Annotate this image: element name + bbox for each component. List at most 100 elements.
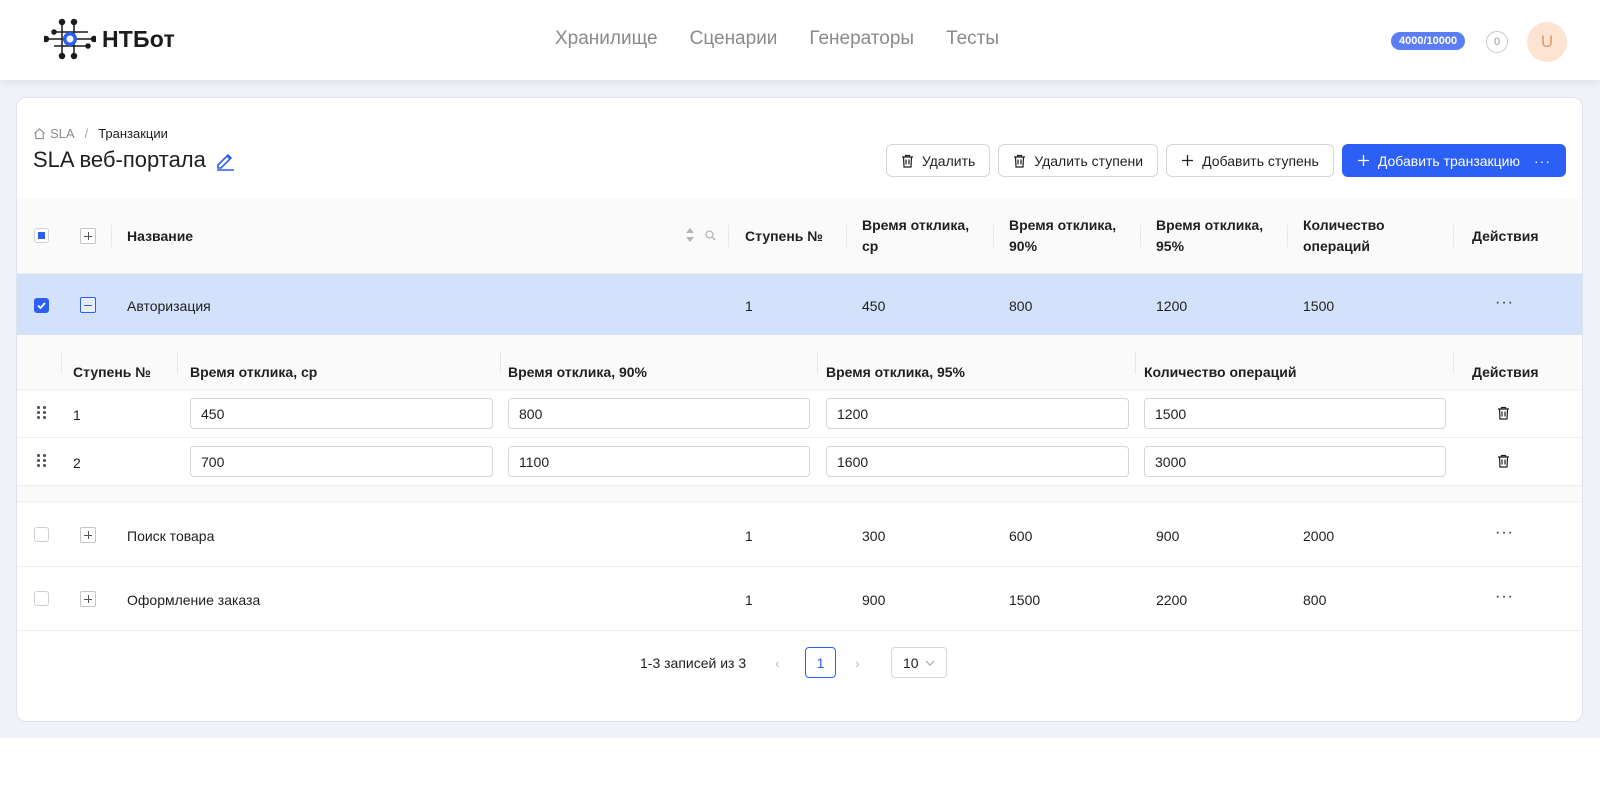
row-resp-90: 800 [1009, 298, 1033, 314]
row-resp-avg: 900 [862, 592, 886, 608]
step-row: 1 [17, 390, 1582, 438]
row-checkbox[interactable] [34, 298, 49, 313]
step-resp-avg-input[interactable] [190, 398, 493, 429]
trash-icon[interactable] [1497, 406, 1510, 420]
step-number: 2 [73, 455, 81, 471]
next-page-icon[interactable]: › [855, 655, 860, 671]
row-more-icon[interactable]: ··· [1495, 588, 1514, 606]
row-checkbox[interactable] [34, 591, 49, 606]
drag-handle-icon[interactable] [37, 454, 47, 468]
col-resp-90-line2: 90% [1009, 238, 1038, 254]
row-name: Поиск товара [127, 528, 215, 544]
chevron-down-icon [925, 660, 935, 666]
nav-tests[interactable]: Тесты [946, 28, 999, 50]
steps-subtable: Ступень № Время отклика, ср Время отклик… [17, 335, 1582, 502]
sub-col-avg: Время отклика, ср [190, 364, 318, 380]
col-step: Ступень № [745, 228, 823, 244]
more-icon[interactable]: ··· [1534, 153, 1551, 169]
row-resp-95: 2200 [1156, 592, 1188, 608]
step-number: 1 [73, 407, 81, 423]
sub-col-ops: Количество операций [1144, 364, 1297, 380]
pagination-summary: 1-3 записей из 3 [640, 655, 747, 671]
row-step: 1 [745, 298, 753, 314]
row-more-icon[interactable]: ··· [1495, 294, 1514, 312]
delete-button-label: Удалить [921, 152, 976, 169]
plus-icon [1357, 155, 1369, 166]
notification-counter[interactable]: 0 [1486, 31, 1508, 53]
step-ops-input[interactable] [1144, 446, 1446, 477]
step-resp-avg-input[interactable] [190, 446, 493, 477]
select-all-checkbox[interactable] [34, 228, 49, 243]
row-resp-avg: 450 [862, 298, 886, 314]
breadcrumb: SLA / Транзакции [33, 126, 168, 141]
col-resp-90-line1: Время отклика, [1009, 217, 1117, 233]
nav-scenarios[interactable]: Сценарии [690, 28, 778, 50]
page-size-value: 10 [903, 654, 919, 671]
logo-text: НТБот [102, 25, 175, 52]
toolbar: Удалить Удалить ступени Добавить ступень… [885, 144, 1566, 177]
expand-row-icon[interactable] [80, 591, 96, 607]
table-row[interactable]: Оформление заказа 1 900 1500 2200 800 ··… [17, 567, 1582, 631]
search-icon[interactable] [705, 230, 716, 241]
trash-icon[interactable] [1497, 454, 1510, 468]
step-resp-95-input[interactable] [826, 446, 1129, 477]
row-ops: 800 [1303, 592, 1327, 608]
row-resp-avg: 300 [862, 528, 886, 544]
col-resp-90: Время отклика, 90% [1009, 215, 1116, 257]
row-more-icon[interactable]: ··· [1495, 524, 1514, 542]
step-resp-90-input[interactable] [508, 398, 810, 429]
col-resp-95-line1: Время отклика, [1156, 217, 1264, 233]
add-step-button[interactable]: Добавить ступень [1166, 144, 1334, 177]
col-resp-95: Время отклика, 95% [1156, 215, 1263, 257]
delete-button[interactable]: Удалить [885, 144, 991, 177]
page-number-button[interactable]: 1 [805, 647, 836, 678]
page-title-text: SLA веб-портала [33, 147, 206, 172]
page-title: SLA веб-портала [33, 147, 236, 173]
main-nav: Хранилище Сценарии Генераторы Тесты [555, 28, 999, 50]
content-card: SLA / Транзакции SLA веб-портала Удалить… [16, 97, 1583, 722]
step-resp-95-input[interactable] [826, 398, 1129, 429]
row-step: 1 [745, 592, 753, 608]
delete-steps-button[interactable]: Удалить ступени [998, 144, 1159, 177]
top-header: НТБот Хранилище Сценарии Генераторы Тест… [0, 0, 1600, 80]
page-size-select[interactable]: 10 [891, 647, 947, 678]
row-checkbox[interactable] [34, 527, 49, 542]
row-resp-90: 1500 [1009, 592, 1041, 608]
collapse-row-icon[interactable] [80, 297, 96, 313]
step-row: 2 [17, 438, 1582, 486]
plus-icon [1182, 155, 1194, 166]
step-resp-90-input[interactable] [508, 446, 810, 477]
breadcrumb-separator: / [84, 126, 89, 141]
col-name[interactable]: Название [127, 226, 193, 247]
col-ops-line2: операций [1303, 238, 1370, 254]
expand-row-icon[interactable] [80, 527, 96, 543]
check-icon [37, 302, 46, 310]
sub-col-actions: Действия [1472, 364, 1539, 380]
breadcrumb-current: Транзакции [98, 126, 168, 141]
edit-icon[interactable] [214, 149, 236, 171]
row-resp-90: 600 [1009, 528, 1033, 544]
step-ops-input[interactable] [1144, 398, 1446, 429]
row-step: 1 [745, 528, 753, 544]
pagination: 1-3 записей из 3 ‹ 1 › 10 [17, 643, 1582, 683]
quota-badge: 4000/10000 [1391, 32, 1466, 50]
sort-icon[interactable] [685, 227, 695, 243]
expand-all-icon[interactable] [80, 228, 96, 244]
home-icon [34, 128, 45, 140]
add-transaction-button[interactable]: Добавить транзакцию ··· [1341, 144, 1566, 177]
logo[interactable]: НТБот [44, 18, 175, 60]
col-resp-avg-line2: ср [862, 238, 879, 254]
table-row[interactable]: Поиск товара 1 300 600 900 2000 ··· [17, 503, 1582, 567]
trash-icon [1014, 154, 1026, 168]
sub-col-95: Время отклика, 95% [826, 364, 966, 380]
nav-storage[interactable]: Хранилище [555, 28, 658, 50]
drag-handle-icon[interactable] [37, 406, 47, 420]
col-actions: Действия [1472, 228, 1539, 244]
col-resp-95-line2: 95% [1156, 238, 1185, 254]
prev-page-icon[interactable]: ‹ [775, 655, 780, 671]
table-row[interactable]: Авторизация 1 450 800 1200 1500 ··· [17, 274, 1582, 336]
add-step-label: Добавить ступень [1202, 152, 1319, 169]
nav-generators[interactable]: Генераторы [809, 28, 914, 50]
avatar[interactable]: U [1527, 22, 1567, 62]
breadcrumb-root[interactable]: SLA [50, 126, 75, 141]
